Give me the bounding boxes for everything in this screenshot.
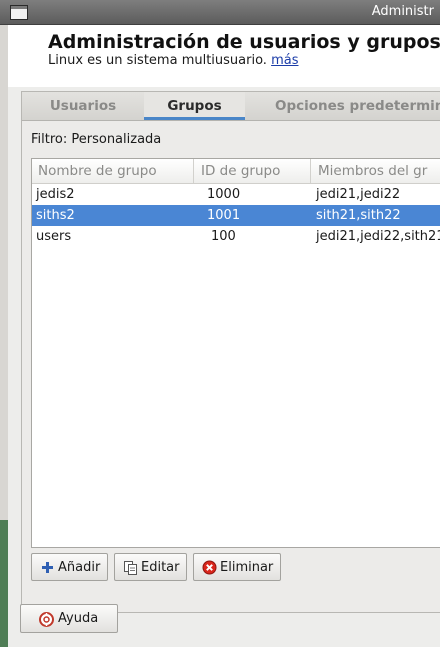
tabs-panel: Usuarios Grupos Opciones predetermin Fil… xyxy=(21,91,440,613)
table-row[interactable]: users 100 jedi21,jedi22,sith21, xyxy=(32,226,440,247)
column-header-id[interactable]: ID de grupo xyxy=(194,159,311,183)
edit-button[interactable]: Editar xyxy=(114,553,187,581)
window-content: Administración de usuarios y grupos Linu… xyxy=(8,25,440,647)
window-title: Administr xyxy=(371,4,434,19)
subtitle-text: Linux es un sistema multiusuario. xyxy=(48,53,267,68)
column-header-members[interactable]: Miembros del gr xyxy=(311,159,440,183)
more-link[interactable]: más xyxy=(271,53,298,68)
page-title: Administración de usuarios y grupos xyxy=(48,31,440,53)
help-button[interactable]: Ayuda xyxy=(20,604,118,633)
titlebar[interactable]: Administr xyxy=(0,0,440,25)
help-button-label: Ayuda xyxy=(58,611,99,626)
window-menu-icon[interactable] xyxy=(10,5,28,20)
table-row[interactable]: jedis2 1000 jedi21,jedi22 xyxy=(32,184,440,205)
add-icon xyxy=(42,562,53,573)
header: Administración de usuarios y grupos Linu… xyxy=(8,25,440,87)
column-header-name[interactable]: Nombre de grupo xyxy=(32,159,194,183)
cell-group-members: sith21,sith22 xyxy=(316,208,401,223)
groups-table[interactable]: Nombre de grupo ID de grupo Miembros del… xyxy=(31,158,440,548)
cell-group-name: users xyxy=(36,229,72,244)
tab-grupos[interactable]: Grupos xyxy=(144,92,245,120)
tab-usuarios[interactable]: Usuarios xyxy=(22,92,144,120)
users-groups-window: Administr Administración de usuarios y g… xyxy=(0,0,440,647)
edit-icon xyxy=(124,561,137,575)
delete-button[interactable]: Eliminar xyxy=(193,553,281,581)
delete-button-label: Eliminar xyxy=(220,560,274,575)
edit-button-label: Editar xyxy=(141,560,180,575)
table-header: Nombre de grupo ID de grupo Miembros del… xyxy=(32,159,440,184)
tab-bar: Usuarios Grupos Opciones predetermin xyxy=(22,92,440,121)
cell-group-name: jedis2 xyxy=(36,187,75,202)
add-button[interactable]: Añadir xyxy=(31,553,108,581)
delete-icon xyxy=(202,560,217,575)
add-button-label: Añadir xyxy=(58,560,101,575)
cell-group-members: jedi21,jedi22 xyxy=(316,187,401,202)
table-row[interactable]: siths2 1001 sith21,sith22 xyxy=(32,205,440,226)
cell-group-name: siths2 xyxy=(36,208,75,223)
cell-group-members: jedi21,jedi22,sith21, xyxy=(316,229,440,244)
cell-group-id: 1000 xyxy=(207,187,241,202)
cell-group-id: 1001 xyxy=(207,208,241,223)
help-icon xyxy=(39,612,54,627)
filter-label: Filtro: Personalizada xyxy=(31,132,162,147)
page-subtitle: Linux es un sistema multiusuario. más xyxy=(48,53,299,68)
cell-group-id: 100 xyxy=(211,229,236,244)
tab-opciones-predeterminadas[interactable]: Opciones predetermin xyxy=(245,92,440,120)
